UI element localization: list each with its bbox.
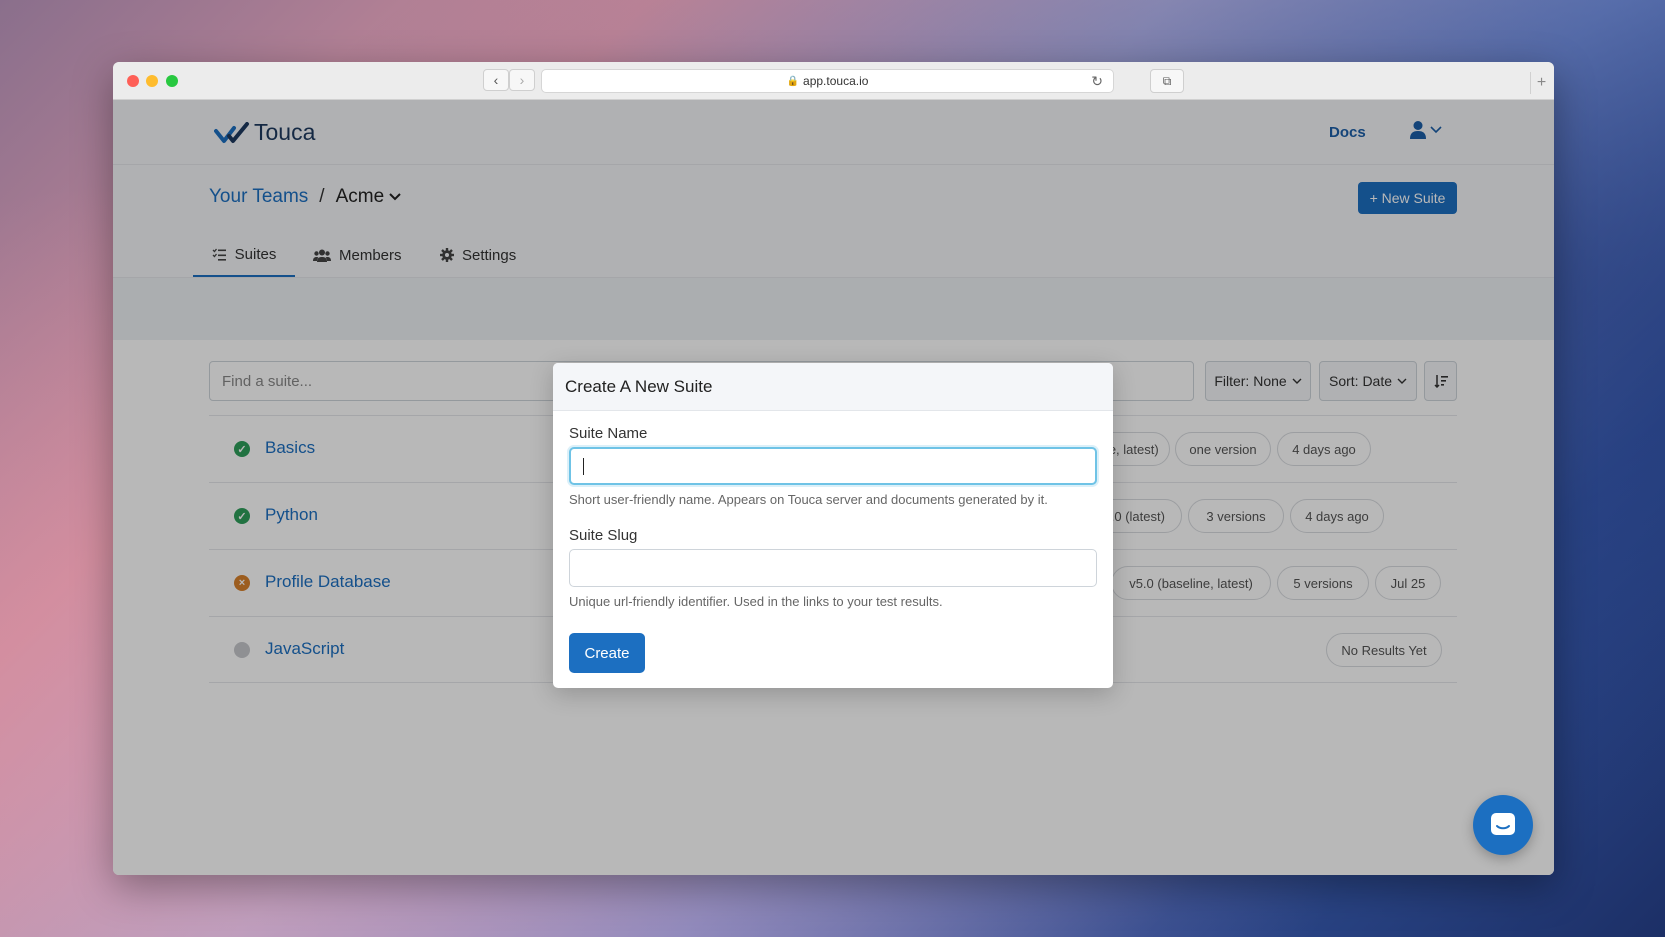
plus-icon: + [1536, 74, 1547, 91]
suite-slug-label: Suite Slug [569, 527, 638, 544]
browser-window: ‹ › 🔒 app.touca.io ↻ ⧉ + Touca Docs Your… [113, 62, 1554, 875]
url-text: app.touca.io [803, 74, 869, 88]
tab-overview-button[interactable]: ⧉ [1150, 69, 1184, 93]
new-tab-button[interactable]: + [1530, 72, 1552, 94]
create-button[interactable]: Create [569, 633, 645, 673]
create-suite-modal: Create A New Suite Suite Name Short user… [553, 363, 1113, 688]
address-bar[interactable]: 🔒 app.touca.io ↻ [541, 69, 1114, 93]
reload-icon[interactable]: ↻ [1091, 73, 1103, 90]
browser-titlebar: ‹ › 🔒 app.touca.io ↻ ⧉ + [113, 62, 1554, 100]
window-minimize-button[interactable] [146, 75, 158, 87]
suite-name-help: Short user-friendly name. Appears on Tou… [569, 492, 1048, 507]
window-close-button[interactable] [127, 75, 139, 87]
suite-name-label: Suite Name [569, 425, 648, 442]
back-button[interactable]: ‹ [483, 69, 509, 91]
text-caret [583, 458, 584, 475]
chat-launcher-button[interactable] [1473, 795, 1533, 855]
modal-title: Create A New Suite [553, 363, 1113, 411]
chevron-right-icon: › [519, 72, 525, 88]
lock-icon: 🔒 [786, 75, 800, 87]
suite-slug-input[interactable] [569, 549, 1097, 587]
forward-button[interactable]: › [509, 69, 535, 91]
window-maximize-button[interactable] [166, 75, 178, 87]
tabs-icon: ⧉ [1162, 73, 1172, 88]
chevron-left-icon: ‹ [493, 72, 499, 88]
chat-icon [1491, 813, 1515, 835]
suite-name-input[interactable] [569, 447, 1097, 485]
suite-slug-help: Unique url-friendly identifier. Used in … [569, 594, 943, 609]
modal-backdrop[interactable]: Create A New Suite Suite Name Short user… [113, 100, 1554, 875]
